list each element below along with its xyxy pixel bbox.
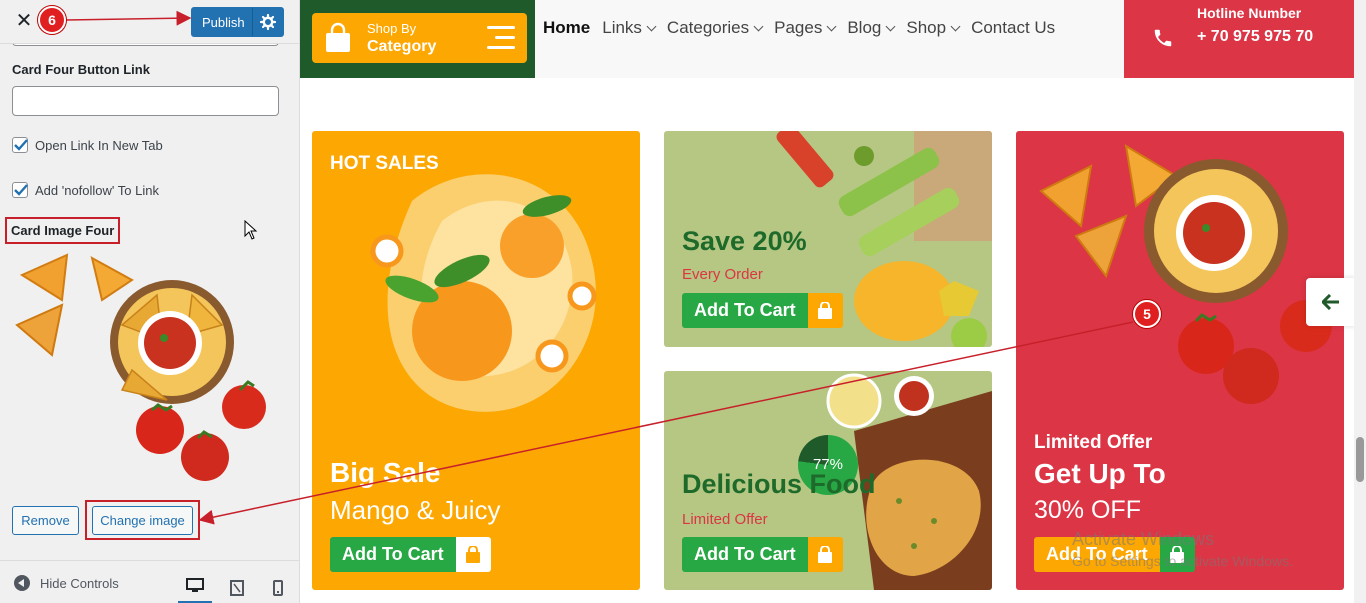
mobile-preview-button[interactable] <box>261 571 295 603</box>
mouse-cursor-icon <box>244 220 258 240</box>
customizer-panel: ✕ Publish Card Four Button Link Open Lin… <box>0 0 300 603</box>
change-image-highlight: Change image <box>85 500 200 540</box>
shopping-bag-icon <box>326 22 350 52</box>
add-to-cart-button[interactable]: Add To Cart <box>682 293 843 328</box>
watermark-subtitle: Go to Settings to activate Windows. <box>1072 553 1293 569</box>
nav-categories-label: Categories <box>666 18 750 37</box>
nav-blog[interactable]: Blog <box>847 18 896 38</box>
mobile-icon <box>273 579 283 596</box>
tablet-preview-button[interactable] <box>220 571 254 603</box>
tablet-icon <box>230 579 244 596</box>
chevron-down-icon <box>826 21 837 31</box>
add-to-cart-label: Add To Cart <box>330 537 456 572</box>
scrollbar-thumb[interactable] <box>1356 437 1364 482</box>
add-to-cart-label: Add To Cart <box>682 293 808 328</box>
category-block: Shop By Category <box>300 0 535 78</box>
card-subtitle: 30% OFF <box>1034 496 1141 524</box>
nav-home[interactable]: Home <box>543 18 590 38</box>
card-title: Big Sale <box>330 457 441 488</box>
nav-contact-label: Contact Us <box>971 18 1056 37</box>
chevron-down-icon <box>646 21 657 31</box>
menu-icon <box>487 26 515 56</box>
card-title: Delicious Food <box>682 469 876 499</box>
nav-links-label: Links <box>602 18 642 37</box>
promo-card-save[interactable]: Save 20% Every Order Add To Cart <box>664 131 992 347</box>
scrollbar[interactable] <box>1354 0 1366 603</box>
shopping-bag-icon <box>807 537 843 572</box>
hide-controls-label: Hide Controls <box>40 575 119 591</box>
collapse-icon <box>14 575 30 591</box>
publish-label: Publish <box>202 15 245 30</box>
nav-pages[interactable]: Pages <box>774 18 837 38</box>
desktop-preview-button[interactable] <box>178 571 212 603</box>
step-badge-5: 5 <box>1133 300 1161 328</box>
nav-shop-label: Shop <box>906 18 947 37</box>
watermark-title: Activate Windows <box>1072 529 1215 549</box>
hide-controls-button[interactable]: Hide Controls <box>14 575 119 591</box>
nav-links[interactable]: Links <box>602 18 657 38</box>
shop-by-label: Shop By <box>367 21 417 36</box>
shopping-bag-icon <box>807 293 843 328</box>
main-nav: Home Links Categories Pages Blog Shop Co… <box>543 18 1055 38</box>
nav-blog-label: Blog <box>847 18 882 37</box>
hotline-block[interactable]: Hotline Number + 70 975 975 70 <box>1124 0 1366 78</box>
arrow-left-icon <box>1322 294 1339 310</box>
site-preview: Shop By Category Home Links Categories P… <box>300 0 1366 603</box>
new-tab-checkbox[interactable] <box>12 137 28 153</box>
site-header: Shop By Category Home Links Categories P… <box>300 0 1366 78</box>
promo-card-delicious[interactable]: 77% Delicious Food Limited Offer Add To … <box>664 371 992 590</box>
publish-button[interactable]: Publish <box>191 7 284 37</box>
card-image-label: Card Image Four <box>5 217 121 244</box>
nav-shop[interactable]: Shop <box>906 18 961 38</box>
card-subtitle: Every Order <box>682 266 763 283</box>
gear-icon[interactable] <box>260 14 276 30</box>
button-link-input[interactable] <box>12 86 279 116</box>
button-link-label: Card Four Button Link <box>12 62 150 77</box>
new-tab-label: Open Link In New Tab <box>35 137 163 153</box>
shop-by-category-button[interactable]: Shop By Category <box>312 13 527 63</box>
card-subtitle: Limited Offer <box>682 511 768 528</box>
step-badge-6: 6 <box>38 6 66 34</box>
desktop-icon <box>186 578 204 592</box>
card-subtitle: Mango & Juicy <box>330 495 501 525</box>
card-title: Save 20% <box>682 226 807 256</box>
nav-contact[interactable]: Contact Us <box>971 18 1055 38</box>
nav-home-label: Home <box>543 18 591 37</box>
category-label: Category <box>367 38 437 55</box>
new-tab-checkbox-row[interactable]: Open Link In New Tab <box>12 136 163 154</box>
close-icon[interactable]: ✕ <box>14 10 34 32</box>
change-image-button[interactable]: Change image <box>92 506 193 535</box>
remove-image-button[interactable]: Remove <box>12 506 79 535</box>
card-tag: HOT SALES <box>330 153 439 174</box>
hotline-title: Hotline Number <box>1197 5 1302 21</box>
chevron-down-icon <box>753 21 764 31</box>
orange-juice-image <box>370 174 597 412</box>
customizer-footer: Hide Controls <box>0 560 299 603</box>
phone-icon <box>1154 29 1172 47</box>
publish-divider <box>252 8 253 36</box>
card-eyebrow: Limited Offer <box>1034 432 1153 453</box>
chevron-down-icon <box>885 21 896 31</box>
check-icon <box>14 139 28 151</box>
hotline-number: + 70 975 975 70 <box>1197 28 1314 45</box>
card-image-preview <box>15 253 266 481</box>
add-to-cart-button[interactable]: Add To Cart <box>682 537 843 572</box>
shopping-bag-icon <box>455 537 491 572</box>
nofollow-checkbox-row[interactable]: Add 'nofollow' To Link <box>12 181 159 199</box>
nav-categories[interactable]: Categories <box>666 18 764 38</box>
nachos-salsa-image <box>1039 144 1332 404</box>
card-title: Get Up To <box>1034 458 1166 489</box>
chevron-down-icon <box>950 21 961 31</box>
add-to-cart-label: Add To Cart <box>682 537 808 572</box>
add-to-cart-button[interactable]: Add To Cart <box>330 537 491 572</box>
nofollow-label: Add 'nofollow' To Link <box>35 182 159 198</box>
nofollow-checkbox[interactable] <box>12 182 28 198</box>
nav-pages-label: Pages <box>774 18 823 37</box>
promo-card-limited-offer[interactable]: Limited Offer Get Up To 30% OFF Add To C… <box>1016 131 1344 590</box>
back-arrow-tab[interactable] <box>1306 278 1356 326</box>
promo-card-hot-sales[interactable]: HOT SALES Big Sale Mango & Juicy Add To … <box>312 131 640 590</box>
check-icon <box>14 184 28 196</box>
